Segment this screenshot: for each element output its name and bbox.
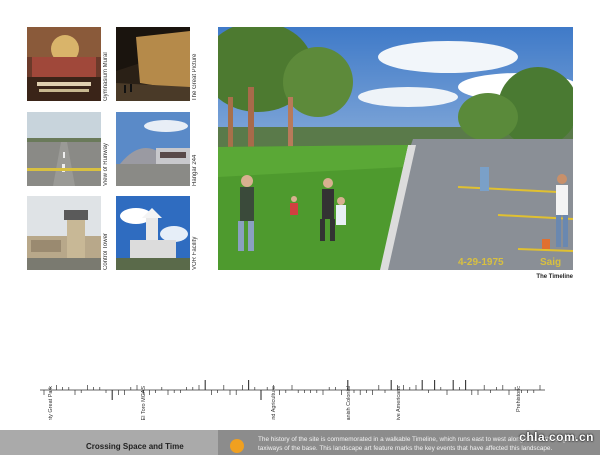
timeline-label: Spanish Colonial xyxy=(346,386,352,420)
control-tower-thumbnail xyxy=(27,196,101,270)
main-image-caption: The Timeline xyxy=(536,274,573,280)
thumbnail-label-runway: View of Runway xyxy=(103,143,109,186)
timeline-label: Statehood and Agriculture xyxy=(271,386,277,420)
vor-facility-thumbnail xyxy=(116,196,190,270)
mural-photo-icon xyxy=(27,27,101,101)
timeline-label: El Toro MCAS xyxy=(141,386,147,420)
footer-band: Crossing Space and Time The history of t… xyxy=(0,430,600,455)
hangar-interior-photo-icon xyxy=(116,27,190,101)
thumbnail-label-control-tower: Control Tower xyxy=(103,233,109,270)
thumbnail-label-gymnasium-mural: Gymnasium Mural xyxy=(103,52,109,101)
vor-facility-photo-icon xyxy=(116,196,190,270)
path-text-date: 4-29-1975 xyxy=(458,257,504,268)
runway-photo-icon xyxy=(27,112,101,186)
park-scene-illustration: 4-29-1975 Saig xyxy=(218,27,573,270)
thumbnail-label-vor-facility: VOR Facility xyxy=(192,236,198,270)
gymnasium-mural-thumbnail xyxy=(27,27,101,101)
orange-dot-icon xyxy=(230,439,244,453)
great-picture-thumbnail xyxy=(116,27,190,101)
hangar-244-thumbnail xyxy=(116,112,190,186)
thumbnail-label-great-picture: The Great Picture xyxy=(192,53,198,101)
timeline-axis: Orange County Great Park El Toro MCAS Stat… xyxy=(40,380,545,451)
timeline-diagram: Orange County Great Park El Toro MCAS Stat… xyxy=(0,340,600,451)
timeline-rendering-image: 4-29-1975 Saig xyxy=(218,27,573,270)
hangar-photo-icon xyxy=(116,112,190,186)
runway-thumbnail xyxy=(27,112,101,186)
control-tower-photo-icon xyxy=(27,196,101,270)
timeline-label: Native Americans xyxy=(396,386,402,420)
watermark-text: chla.com.cn xyxy=(519,430,594,444)
thumbnail-label-hangar-244: Hangar 244 xyxy=(192,154,198,186)
section-title: Crossing Space and Time xyxy=(86,442,184,451)
timeline-label: Prehistoric xyxy=(516,386,522,412)
timeline-label: Orange County Great Park xyxy=(48,386,54,420)
path-text-place: Saig xyxy=(540,257,561,268)
